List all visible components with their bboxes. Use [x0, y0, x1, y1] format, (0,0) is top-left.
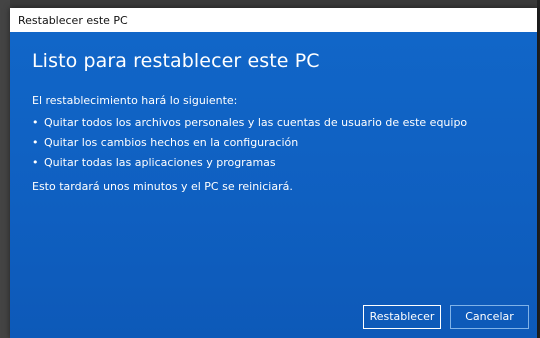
reset-actions-list: • Quitar todos los archivos personales y … [32, 113, 467, 173]
intro-text: El restablecimiento hará lo siguiente: [32, 94, 238, 107]
dialog-titlebar[interactable]: Restablecer este PC [10, 8, 537, 32]
desktop-background-top [0, 0, 540, 8]
desktop-background-left [0, 0, 10, 338]
page-title: Listo para restablecer este PC [32, 50, 320, 72]
dialog-content: Listo para restablecer este PC El restab… [10, 32, 537, 338]
reset-pc-dialog: Restablecer este PC Listo para restablec… [10, 8, 537, 338]
dialog-title: Restablecer este PC [18, 14, 128, 27]
cancel-button[interactable]: Cancelar [450, 305, 529, 329]
list-item-label: Quitar los cambios hechos en la configur… [44, 136, 299, 149]
bullet-icon: • [32, 116, 39, 129]
list-item-label: Quitar todas las aplicaciones y programa… [44, 156, 276, 169]
bullet-icon: • [32, 136, 39, 149]
restart-note: Esto tardará unos minutos y el PC se rei… [32, 180, 293, 193]
list-item: • Quitar todos los archivos personales y … [32, 113, 467, 133]
bullet-icon: • [32, 156, 39, 169]
list-item-label: Quitar todos los archivos personales y l… [44, 116, 468, 129]
list-item: • Quitar los cambios hechos en la configu… [32, 133, 467, 153]
list-item: • Quitar todas las aplicaciones y program… [32, 153, 467, 173]
reset-button[interactable]: Restablecer [363, 305, 441, 329]
